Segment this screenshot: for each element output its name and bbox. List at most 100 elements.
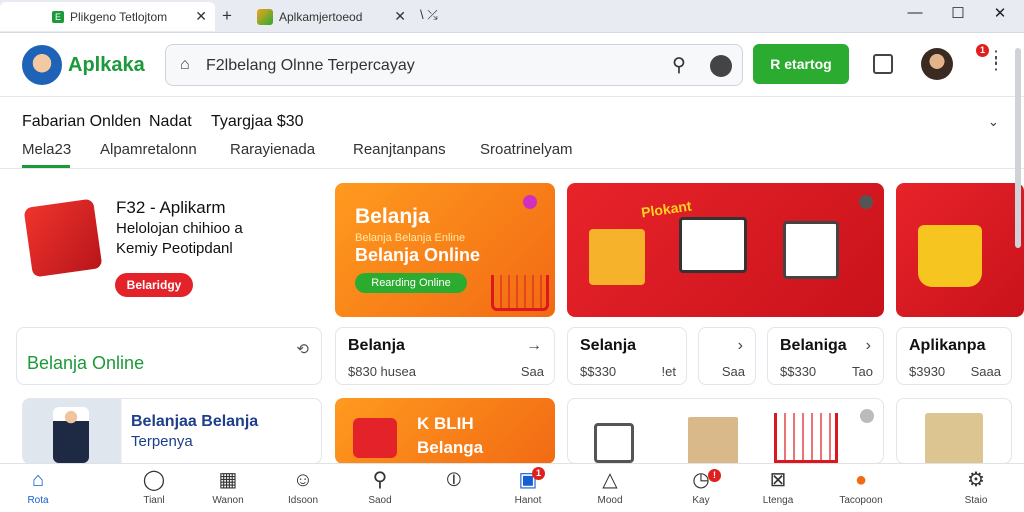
bottom-card-3[interactable] (567, 398, 884, 464)
home-icon[interactable]: ⌂ (180, 56, 190, 74)
minimize-button[interactable]: — (900, 4, 930, 21)
nav-people[interactable]: ☺ Idsoon (268, 468, 338, 506)
card-product-4[interactable]: Belaniga › $$330 Tao (767, 327, 884, 385)
inbox-badge: 1 (532, 467, 545, 480)
compass-icon: ⦶ (446, 469, 462, 491)
voice-icon[interactable] (710, 55, 732, 77)
info-icon[interactable] (859, 195, 873, 209)
paper-bag-illustration (688, 417, 738, 463)
bottom-card-1[interactable]: Belanjaa Belanja Terpenya (22, 398, 322, 464)
new-tab-icon[interactable]: + (222, 6, 232, 26)
refresh-icon[interactable]: ⟲ (296, 340, 309, 358)
scrollbar[interactable] (1015, 48, 1021, 248)
nav-label: Idsoon (287, 495, 319, 506)
nav-label: Staio (964, 495, 988, 506)
card-title: Aplikanpa (909, 337, 986, 354)
nav-grid[interactable]: ▦ Wanon (193, 468, 263, 506)
brand-name[interactable]: Aplkaka (68, 54, 145, 77)
bottom-card2-sub: Belanga (417, 438, 484, 457)
card-title: Belanja Online (27, 353, 145, 373)
image-icon: ⊠ (769, 469, 787, 491)
card-product-1[interactable]: Belanja → $830 husea Saa (335, 327, 555, 385)
nav-search[interactable]: ⚲ Saod (345, 468, 415, 506)
home-icon: ⌂ (31, 469, 45, 491)
nav-home[interactable]: ⌂ Rota (3, 468, 73, 506)
tab-category-2[interactable]: Alpamretalonn (100, 141, 197, 158)
nav-mood[interactable]: △ Mood (575, 468, 645, 506)
login-button[interactable]: R etartog (753, 44, 849, 84)
bottom-card-2[interactable]: K BLIH Belanga (335, 398, 555, 464)
search-icon[interactable]: ⚲ (672, 54, 686, 77)
nav-label: Mood (597, 495, 623, 506)
subheader-item-3[interactable]: Tyargjaa $30 (211, 113, 304, 131)
search-bar[interactable]: ⌂ F2lbelang Olnne Terpercayay ⚲ (165, 44, 743, 86)
close-window-button[interactable]: ✕ (985, 4, 1015, 22)
tab-extra-icon[interactable]: \ ⤰ (420, 7, 438, 23)
promo-card[interactable]: F32 - Aplikarm Helolojan chihioo a Kemiy… (14, 183, 324, 313)
nav-clock[interactable]: ◷ Kay (666, 468, 736, 506)
chevron-right-icon[interactable]: › (866, 337, 871, 355)
card-product-3[interactable]: › Saa (698, 327, 756, 385)
nav-settings[interactable]: ⚙ Staio (941, 468, 1011, 506)
tab-title: Plikgeno Tetlojtom (70, 9, 168, 24)
search-icon: ⚲ (372, 469, 388, 491)
people-icon: ☺ (292, 469, 314, 491)
nav-label: Wanon (212, 495, 244, 506)
chevron-right-icon[interactable]: › (738, 337, 743, 355)
info-icon[interactable] (860, 409, 874, 423)
card-meta: Saaa (970, 364, 1001, 379)
nav-coupon[interactable]: ● Tacopoon (826, 468, 896, 506)
tab-category-4[interactable]: Reanjtanpans (353, 141, 446, 158)
chevron-down-icon[interactable]: ⌄ (988, 114, 999, 130)
tab-active[interactable]: E Plikgeno Tetlojtom ✕ (0, 2, 215, 31)
app-logo[interactable] (22, 45, 62, 85)
tab2-close-icon[interactable]: ✕ (394, 8, 406, 25)
maximize-button[interactable]: ☐ (943, 4, 973, 22)
search-input[interactable]: F2lbelang Olnne Terpercayay (206, 57, 415, 75)
promo-title: F32 - Aplikarm (116, 198, 226, 217)
banner-red-2[interactable] (896, 183, 1024, 317)
notification-badge: 1 (976, 44, 989, 57)
nav-compass[interactable]: ⦶ (419, 468, 489, 492)
divider (0, 168, 1024, 169)
card-price: $830 husea (348, 364, 416, 379)
nav-label: Tacopoon (839, 495, 883, 506)
card-belanja-online[interactable]: Belanja Online ⟲ (16, 327, 322, 385)
nav-inbox[interactable]: ▣ Hanot (493, 468, 563, 506)
tab-category-5[interactable]: Sroatrinelyam (480, 141, 573, 158)
tab-second[interactable]: Aplkamjertoeod ✕ (250, 2, 410, 31)
banner-orange[interactable]: Belanja Belanja Belanja Enline Belanja O… (335, 183, 555, 317)
bottom-card-4[interactable] (896, 398, 1012, 464)
gift-box-illustration (23, 198, 103, 278)
phone-illustration (783, 221, 839, 279)
triangle-icon: △ (602, 469, 618, 491)
nav-chat[interactable]: ◯ Tianl (119, 468, 189, 506)
subheader-item-2[interactable]: Nadat (149, 113, 192, 131)
card-meta: Saa (520, 364, 544, 379)
card-product-2[interactable]: Selanja $$330 !et (567, 327, 687, 385)
banner-red[interactable]: Plokant (567, 183, 884, 317)
bottom-card2-title: K BLIH (417, 414, 474, 433)
subheader-item-1[interactable]: Fabarian Onlden (22, 113, 141, 131)
banner-big: Belanja Online (355, 245, 481, 265)
banner-button[interactable]: Rearding Online (355, 273, 467, 293)
card-meta: Saa (721, 364, 745, 379)
arrow-right-icon[interactable]: → (526, 337, 542, 355)
tab-close-icon[interactable]: ✕ (195, 8, 207, 25)
nav-label: Rota (27, 495, 49, 506)
card-meta: !et (661, 364, 676, 379)
canvas-bag-illustration (925, 413, 983, 463)
more-menu-icon[interactable]: ⋮ ⋮ (988, 50, 1004, 73)
cart-illustration (774, 413, 838, 463)
chat-icon: ◯ (142, 469, 166, 491)
tab2-title: Aplkamjertoeod (279, 9, 363, 24)
tab2-favicon-icon (257, 8, 273, 25)
tab-category-1[interactable]: Mela23 (22, 141, 71, 158)
coupon-icon: ● (854, 469, 868, 491)
nav-image[interactable]: ⊠ Ltenga (743, 468, 813, 506)
card-product-5[interactable]: Aplikanpa $3930 Saaa (896, 327, 1012, 385)
user-avatar[interactable] (921, 48, 953, 80)
tab-category-3[interactable]: Rarayienada (230, 141, 315, 158)
promo-button[interactable]: Belaridgy (115, 273, 193, 297)
cart-icon[interactable] (873, 54, 893, 74)
